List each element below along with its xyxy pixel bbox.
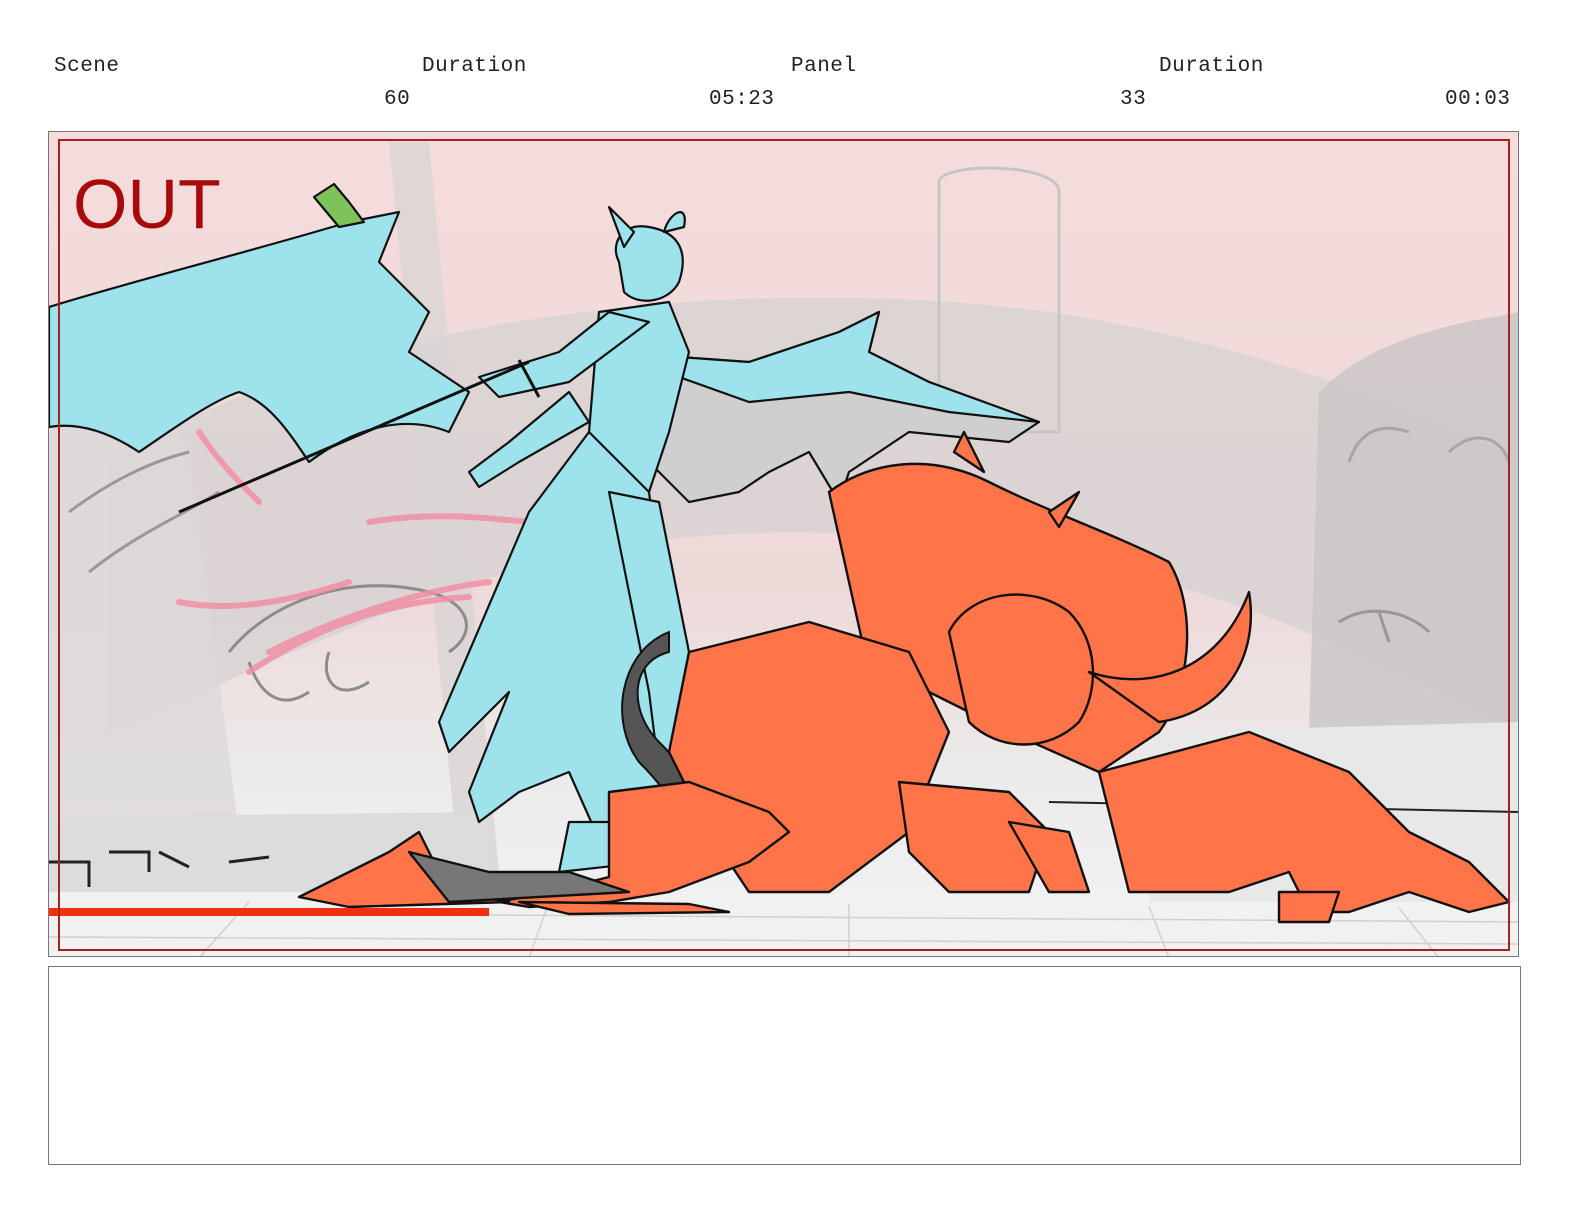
panel-number: 33 xyxy=(1120,88,1147,111)
panel-duration-value: 00:03 xyxy=(1445,88,1511,111)
scene-duration-label: Duration xyxy=(422,55,527,78)
red-speed-line xyxy=(49,908,489,916)
panel-notes-box[interactable] xyxy=(48,966,1521,1165)
storyboard-panel[interactable]: OUT xyxy=(48,131,1519,957)
panel-duration-label: Duration xyxy=(1159,55,1264,78)
scene-number: 60 xyxy=(384,88,411,111)
scene-duration-value: 05:23 xyxy=(709,88,775,111)
panel-label: Panel xyxy=(791,55,857,78)
panel-artwork: OUT xyxy=(49,132,1518,956)
out-label: OUT xyxy=(73,165,221,243)
scene-label: Scene xyxy=(54,55,120,78)
